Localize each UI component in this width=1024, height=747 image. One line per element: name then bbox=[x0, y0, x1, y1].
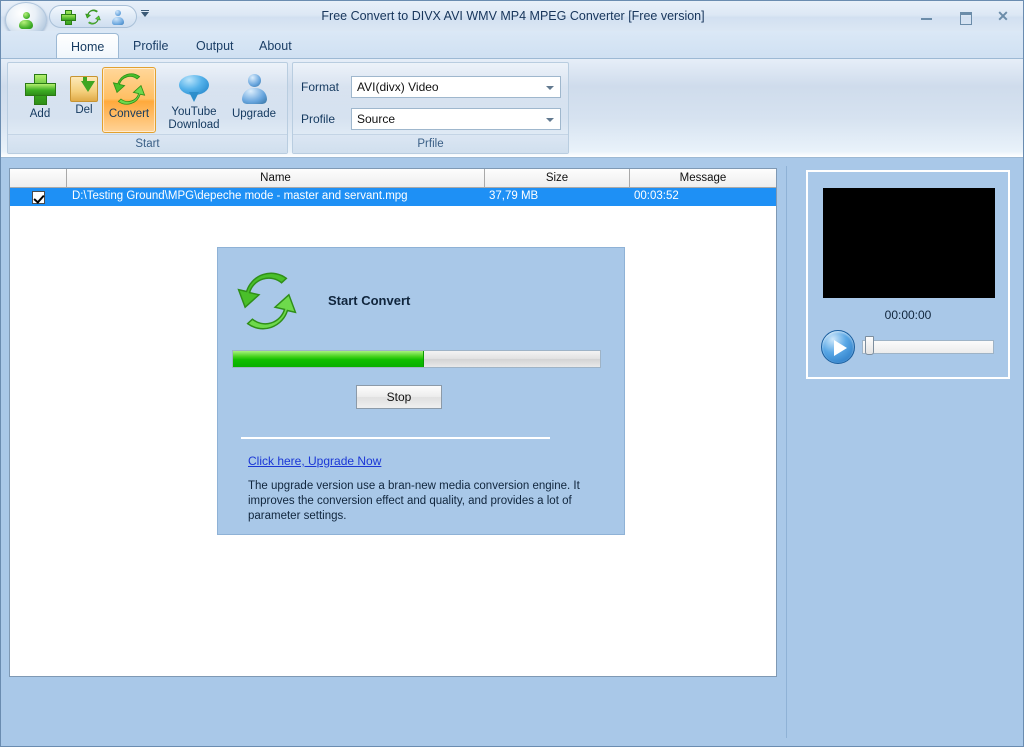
add-button-label: Add bbox=[29, 108, 51, 120]
ribbon-group-start-body: Add Del Convert YouTube Download Upgrade bbox=[8, 63, 287, 135]
panel-splitter[interactable] bbox=[779, 158, 785, 746]
stop-button[interactable]: Stop bbox=[356, 385, 442, 409]
window-title: Free Convert to DIVX AVI WMV MP4 MPEG Co… bbox=[321, 9, 705, 23]
blue-person-icon bbox=[237, 72, 271, 106]
tab-bar: Home Profile Output About bbox=[1, 31, 1023, 60]
column-header-message[interactable]: Message bbox=[630, 169, 776, 188]
profile-combo[interactable]: Source bbox=[351, 108, 561, 130]
youtube-download-label-line2: Download bbox=[168, 119, 220, 131]
ribbon-group-start: Add Del Convert YouTube Download Upgrade… bbox=[7, 62, 288, 154]
file-list-header: Name Size Message bbox=[10, 169, 776, 188]
column-header-name[interactable]: Name bbox=[67, 169, 485, 188]
row-size: 37,79 MB bbox=[489, 190, 539, 202]
progress-bar bbox=[232, 350, 601, 368]
window-controls: ✕ bbox=[919, 1, 1019, 31]
workspace: Name Size Message D:\Testing Ground\MPG\… bbox=[1, 158, 1023, 746]
profile-combo-value: Source bbox=[357, 112, 396, 126]
minimize-icon[interactable] bbox=[919, 8, 935, 24]
format-field-row: Format AVI(divx) Video bbox=[301, 76, 561, 98]
playback-time: 00:00:00 bbox=[884, 308, 932, 322]
convert-button-label: Convert bbox=[108, 108, 150, 120]
row-checkbox[interactable] bbox=[32, 190, 45, 204]
ribbon-group-start-label: Start bbox=[8, 134, 287, 153]
file-list[interactable]: Name Size Message D:\Testing Ground\MPG\… bbox=[9, 168, 777, 677]
format-combo[interactable]: AVI(divx) Video bbox=[351, 76, 561, 98]
convert-arrows-icon bbox=[112, 72, 146, 106]
delete-folder-icon bbox=[70, 76, 98, 102]
column-header-size[interactable]: Size bbox=[485, 169, 630, 188]
video-preview-surface[interactable] bbox=[823, 188, 995, 298]
divider bbox=[241, 437, 550, 439]
ribbon-group-profile-body: Format AVI(divx) Video Profile Source bbox=[293, 63, 568, 135]
profile-field-row: Profile Source bbox=[301, 108, 561, 130]
convert-arrows-icon bbox=[236, 270, 298, 332]
chevron-down-icon bbox=[546, 86, 554, 90]
youtube-download-button[interactable]: YouTube Download bbox=[164, 67, 224, 133]
column-header-check[interactable] bbox=[10, 169, 67, 188]
upgrade-now-link[interactable]: Click here, Upgrade Now bbox=[248, 454, 381, 468]
title-bar: Free Convert to DIVX AVI WMV MP4 MPEG Co… bbox=[1, 1, 1023, 38]
play-icon[interactable] bbox=[821, 330, 855, 364]
profile-label: Profile bbox=[301, 112, 336, 126]
tab-output[interactable]: Output bbox=[182, 34, 248, 59]
row-checkbox-cell[interactable] bbox=[10, 188, 67, 206]
convert-status-title: Start Convert bbox=[328, 293, 411, 308]
ribbon: Add Del Convert YouTube Download Upgrade… bbox=[1, 58, 1023, 158]
delete-button-label: Del bbox=[75, 104, 93, 116]
progress-bar-fill bbox=[233, 351, 424, 367]
upgrade-button-label: Upgrade bbox=[231, 108, 277, 120]
application-window: Free Convert to DIVX AVI WMV MP4 MPEG Co… bbox=[0, 0, 1024, 747]
seek-slider[interactable] bbox=[862, 340, 994, 354]
green-plus-icon bbox=[23, 72, 57, 106]
upgrade-button[interactable]: Upgrade bbox=[228, 67, 280, 133]
table-row[interactable]: D:\Testing Ground\MPG\depeche mode - mas… bbox=[10, 188, 776, 206]
row-name: D:\Testing Ground\MPG\depeche mode - mas… bbox=[72, 190, 408, 202]
preview-frame: 00:00:00 bbox=[806, 170, 1010, 379]
chevron-down-icon bbox=[546, 118, 554, 122]
tab-about[interactable]: About bbox=[245, 34, 306, 59]
ribbon-group-profile: Format AVI(divx) Video Profile Source Pr… bbox=[292, 62, 569, 154]
tab-profile[interactable]: Profile bbox=[119, 34, 182, 59]
youtube-bubble-icon bbox=[177, 72, 211, 104]
tab-home[interactable]: Home bbox=[56, 33, 120, 60]
convert-progress-panel: Start Convert Stop Click here, Upgrade N… bbox=[217, 247, 625, 535]
preview-panel: 00:00:00 bbox=[786, 166, 1018, 738]
seek-slider-thumb[interactable] bbox=[865, 336, 875, 355]
youtube-download-label-line1: YouTube bbox=[171, 106, 217, 118]
upgrade-description: The upgrade version use a bran-new media… bbox=[248, 480, 580, 522]
maximize-restore-icon[interactable] bbox=[957, 8, 973, 25]
close-icon[interactable]: ✕ bbox=[995, 8, 1011, 24]
format-label: Format bbox=[301, 80, 340, 94]
row-message: 00:03:52 bbox=[634, 190, 679, 202]
ribbon-group-profile-label: Prfile bbox=[293, 134, 568, 153]
convert-button[interactable]: Convert bbox=[102, 67, 156, 133]
format-combo-value: AVI(divx) Video bbox=[357, 80, 439, 94]
